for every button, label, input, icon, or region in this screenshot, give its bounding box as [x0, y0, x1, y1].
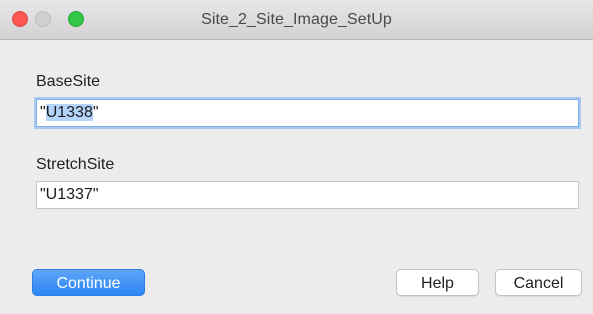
help-button[interactable]: Help: [396, 269, 479, 296]
title-bar[interactable]: Site_2_Site_Image_SetUp: [0, 0, 593, 40]
base-site-value-prefix: ": [40, 104, 46, 121]
window-title: Site_2_Site_Image_SetUp: [201, 11, 392, 28]
cancel-button[interactable]: Cancel: [495, 269, 582, 296]
dialog-window: Site_2_Site_Image_SetUp BaseSite "U1338"…: [0, 0, 593, 314]
base-site-value-suffix: ": [92, 104, 99, 121]
base-site-value-selection: U1338: [45, 104, 93, 121]
base-site-input[interactable]: "U1338": [36, 99, 579, 127]
stretch-site-input[interactable]: "U1337": [36, 181, 579, 209]
continue-button[interactable]: Continue: [32, 269, 145, 296]
stretch-site-label: StretchSite: [36, 156, 115, 173]
base-site-label: BaseSite: [36, 73, 101, 90]
